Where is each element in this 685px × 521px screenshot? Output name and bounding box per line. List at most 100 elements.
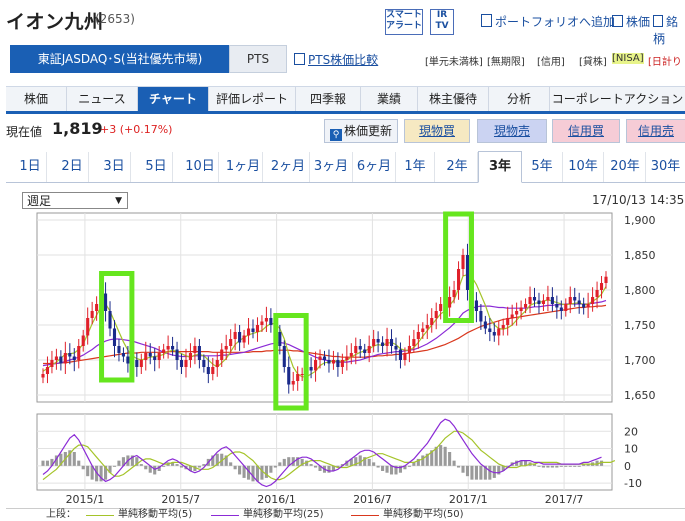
legend-ma50: 単純移動平均(50) — [383, 509, 464, 520]
osc-histogram-bar — [474, 465, 478, 480]
candle-body — [278, 332, 282, 346]
candle-body — [488, 328, 492, 332]
candle-body — [501, 325, 505, 329]
osc-histogram-bar — [381, 465, 385, 471]
osc-histogram-bar — [448, 452, 452, 466]
osc-y-tick-label: -10 — [624, 477, 642, 490]
osc-histogram-bar — [470, 465, 474, 480]
candle-body — [54, 356, 58, 360]
y-tick-label: 1,800 — [624, 284, 656, 297]
candle-body — [157, 353, 161, 360]
candle-body — [126, 356, 130, 364]
legend: 上段： 単純移動平均(5) 単純移動平均(25) 単純移動平均(50) — [6, 508, 685, 521]
candle-body — [510, 314, 514, 318]
candle-body — [528, 297, 532, 304]
candle-body — [358, 346, 362, 350]
candle-body — [121, 353, 125, 357]
candle-body — [439, 304, 443, 311]
candle-body — [108, 311, 112, 329]
osc-histogram-bar — [573, 465, 577, 467]
candle-body — [148, 353, 152, 357]
candle-body — [336, 360, 340, 367]
candle-body — [246, 328, 251, 336]
candle-body — [345, 356, 349, 360]
osc-histogram-bar — [358, 455, 362, 466]
x-tick-label: 2015/7 — [161, 493, 200, 506]
candle-body — [564, 304, 568, 311]
osc-histogram-bar — [452, 460, 456, 466]
osc-y-tick-label: 20 — [624, 425, 638, 438]
candle-body — [568, 297, 572, 304]
osc-histogram-bar — [112, 465, 117, 467]
candle-body — [591, 297, 595, 304]
candle-body — [206, 367, 210, 374]
x-tick-label: 2017/1 — [449, 493, 488, 506]
osc-histogram-bar — [555, 465, 559, 468]
legend-ma5-swatch — [86, 515, 114, 516]
candle-body — [184, 360, 188, 367]
candle-body — [59, 356, 63, 364]
osc-histogram-bar — [488, 465, 492, 480]
candle-body — [448, 297, 452, 308]
osc-histogram-bar — [238, 465, 242, 475]
candle-body — [515, 311, 519, 315]
candle-body — [492, 332, 496, 336]
osc-histogram-bar — [273, 465, 277, 468]
candle-body — [86, 318, 90, 336]
osc-histogram-bar — [282, 458, 286, 466]
osc-histogram-bar — [367, 458, 371, 466]
price-chart: 1,900 1,850 1,800 1,750 1,700 1,650 2015/1 2015… — [36, 211, 656, 506]
candle-body — [541, 300, 545, 304]
candle-body — [555, 304, 559, 308]
osc-y-tick-label: 0 — [624, 460, 631, 473]
candle-body — [238, 332, 242, 343]
osc-histogram-bar — [139, 464, 143, 466]
candle-body — [220, 349, 224, 360]
candle-body — [242, 335, 246, 343]
osc-histogram-bar — [260, 465, 264, 480]
candle-body — [135, 360, 139, 367]
candle-body — [586, 304, 590, 308]
candle-body — [577, 300, 581, 304]
x-tick-label: 2016/1 — [257, 493, 296, 506]
osc-histogram-bar — [45, 460, 50, 466]
candle-body — [153, 356, 157, 360]
osc-histogram-bar — [327, 465, 331, 473]
candle-body — [394, 346, 398, 350]
candle-body — [461, 255, 465, 269]
candle-body — [144, 353, 148, 360]
candle-body — [162, 349, 166, 353]
osc-histogram-bar — [314, 465, 318, 468]
candle-body — [506, 318, 510, 325]
osc-histogram-bar — [86, 465, 90, 477]
candle-body — [188, 353, 193, 360]
candle-body — [474, 300, 478, 311]
candle-body — [291, 381, 295, 385]
legend-ma25-swatch — [211, 515, 239, 516]
candle-body — [425, 325, 429, 329]
candle-body — [309, 367, 313, 371]
candle-body — [349, 353, 353, 357]
osc-histogram-bar — [72, 452, 76, 466]
osc-histogram-bar — [564, 465, 568, 467]
candle-body — [81, 335, 85, 346]
candle-body — [77, 346, 81, 360]
osc-histogram-bar — [372, 462, 376, 466]
candle-body — [403, 353, 407, 360]
osc-histogram-bar — [559, 465, 563, 467]
candle-body — [452, 290, 456, 297]
osc-histogram-bar — [439, 445, 443, 466]
osc-histogram-bar — [117, 460, 121, 466]
candle-body — [331, 360, 335, 364]
candle-body — [171, 346, 175, 350]
candle-body — [300, 374, 304, 375]
osc-histogram-bar — [144, 465, 148, 470]
candle-body — [479, 311, 483, 322]
candle-body — [430, 318, 434, 325]
osc-histogram-bar — [153, 465, 157, 475]
candle-body — [41, 374, 45, 378]
candle-body — [483, 321, 487, 329]
candle-body — [363, 349, 367, 353]
candle-body — [524, 304, 528, 308]
candle-body — [104, 293, 108, 311]
